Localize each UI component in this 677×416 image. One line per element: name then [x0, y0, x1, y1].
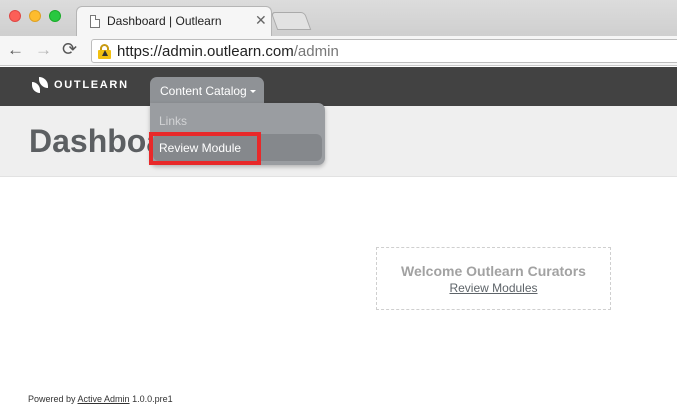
- highlight-annotation: [149, 132, 261, 165]
- forward-arrow-icon[interactable]: →: [35, 41, 52, 58]
- minimize-window-button[interactable]: [29, 10, 41, 22]
- zoom-window-button[interactable]: [49, 10, 61, 22]
- close-window-button[interactable]: [9, 10, 21, 22]
- welcome-panel: Welcome Outlearn Curators Review Modules: [376, 247, 611, 310]
- back-arrow-icon[interactable]: ←: [7, 41, 24, 58]
- browser-tab[interactable]: Dashboard | Outlearn ✕: [76, 6, 272, 36]
- footer-version: 1.0.0.pre1: [129, 394, 173, 404]
- content-catalog-menu[interactable]: Content Catalog: [150, 77, 264, 105]
- tab-title: Dashboard | Outlearn: [107, 14, 222, 28]
- footer-prefix: Powered by: [28, 394, 78, 404]
- document-icon: [90, 15, 100, 28]
- content-catalog-label: Content Catalog: [160, 84, 247, 98]
- url-text[interactable]: https://admin.outlearn.com/admin: [117, 43, 339, 60]
- insecure-lock-icon[interactable]: [98, 44, 111, 59]
- active-admin-link[interactable]: Active Admin: [78, 394, 130, 404]
- new-tab-button[interactable]: [270, 12, 312, 30]
- address-bar[interactable]: https://admin.outlearn.com/admin: [91, 39, 677, 63]
- footer: Powered by Active Admin 1.0.0.pre1: [28, 394, 173, 404]
- logo-text: OUTLEARN: [54, 79, 129, 91]
- browser-toolbar: ← → ⟳ https://admin.outlearn.com/admin: [0, 36, 677, 66]
- title-bar: Dashboard: [0, 106, 677, 177]
- review-modules-link[interactable]: Review Modules: [377, 281, 610, 295]
- site-logo[interactable]: OUTLEARN: [32, 77, 129, 93]
- tab-close-icon[interactable]: ✕: [255, 12, 267, 29]
- caret-down-icon: [250, 90, 256, 93]
- welcome-title: Welcome Outlearn Curators: [401, 263, 586, 279]
- menu-item-links[interactable]: Links: [159, 114, 187, 128]
- reload-icon[interactable]: ⟳: [62, 40, 77, 58]
- admin-header: OUTLEARN: [0, 67, 677, 106]
- url-path: /admin: [293, 43, 339, 60]
- browser-tab-strip: Dashboard | Outlearn ✕: [0, 0, 677, 36]
- url-host: https://admin.outlearn.com: [117, 43, 294, 60]
- outlearn-logo-icon: [32, 77, 48, 93]
